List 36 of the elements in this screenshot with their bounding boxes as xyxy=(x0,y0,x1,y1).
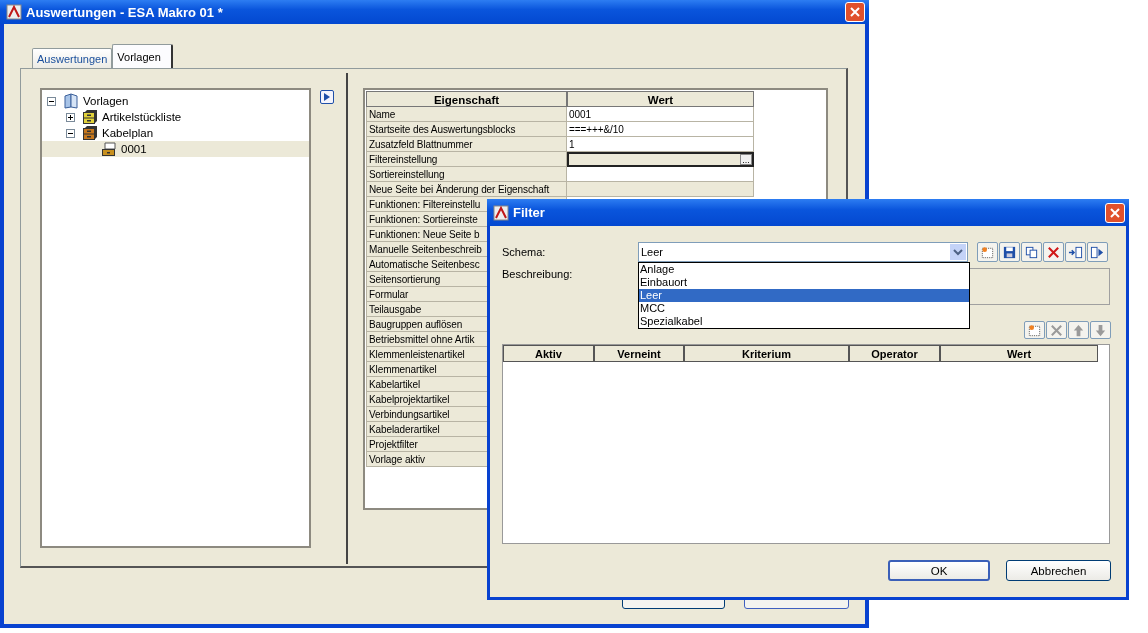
column-header: Kriterium xyxy=(684,345,849,362)
dropdown-option[interactable]: Anlage xyxy=(639,263,969,276)
property-name: Filtereinstellung xyxy=(366,152,567,167)
tab[interactable]: Vorlagen xyxy=(112,44,173,68)
column-header: Operator xyxy=(849,345,940,362)
value-cell[interactable]: ===+++&/10 xyxy=(567,122,754,137)
field-label: Schema: xyxy=(502,246,547,258)
column-header: Wert xyxy=(567,91,754,107)
window-title: Auswertungen - ESA Makro 01 * xyxy=(26,4,224,20)
dropdown-option[interactable]: MCC xyxy=(639,302,969,315)
property-name: Sortiereinstellung xyxy=(366,167,567,182)
column-header: Verneint xyxy=(594,345,684,362)
dropdown-option[interactable]: Leer xyxy=(639,289,969,302)
value-cell[interactable]: 0001 xyxy=(567,107,754,122)
tree-item[interactable]: Vorlagen xyxy=(42,93,309,109)
property-value: ===+++&/10 xyxy=(569,124,624,135)
property-name: Name xyxy=(366,107,567,122)
column-header: Wert xyxy=(940,345,1098,362)
browse-button[interactable]: ... xyxy=(740,154,752,165)
tab[interactable]: Auswertungen xyxy=(32,48,113,68)
dropdown-option[interactable]: Einbauort xyxy=(639,276,969,289)
property-name: Neue Seite bei Änderung der Eigenschaft xyxy=(366,182,567,197)
tree-item[interactable]: 0001 xyxy=(42,141,309,157)
column-header: Aktiv xyxy=(503,345,594,362)
tree-item[interactable]: Artikelstückliste xyxy=(42,109,309,125)
dialog-button[interactable]: OK xyxy=(888,560,990,581)
value-cell[interactable]: ... xyxy=(567,152,754,167)
property-value: 1 xyxy=(569,139,575,150)
dialog-button[interactable]: Abbrechen xyxy=(1006,560,1111,581)
property-name: Startseite des Auswertungsblocks xyxy=(366,122,567,137)
property-name: Zusatzfeld Blattnummer xyxy=(366,137,567,152)
column-header: Eigenschaft xyxy=(366,91,567,107)
dropdown-option[interactable]: Spezialkabel xyxy=(639,315,969,328)
property-value: 0001 xyxy=(569,109,591,120)
tree-item[interactable]: Kabelplan xyxy=(42,125,309,141)
value-cell[interactable]: 1 xyxy=(567,137,754,152)
